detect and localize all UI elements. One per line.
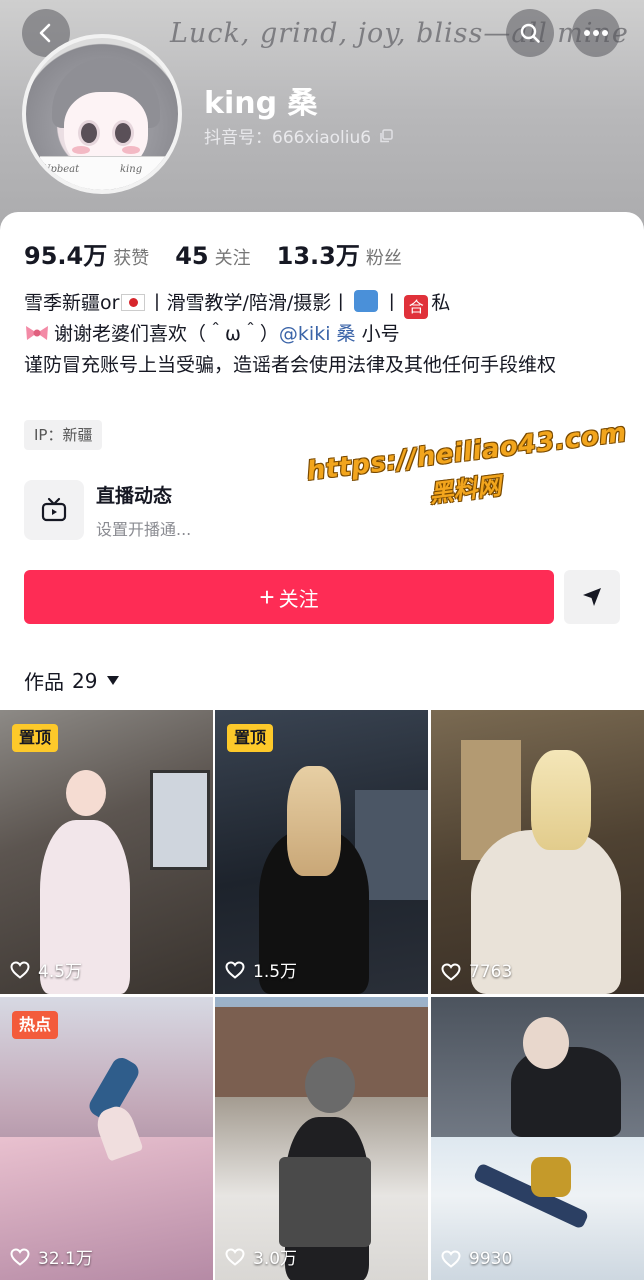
like-count: 3.0万 [225,1244,297,1269]
bio-line-2: 谢谢老婆们喜欢（＾ω＾）@kiki 桑 小号 [24,319,620,350]
heart-icon [10,960,30,979]
watermark: https://heiliao43.com 黑料网 [305,418,628,523]
pinned-badge: 置顶 [227,724,274,752]
search-icon [520,23,540,43]
send-arrow-icon [583,588,601,606]
live-title: 直播动态 [96,484,173,507]
like-count: 4.5万 [10,957,82,982]
more-button[interactable] [572,9,620,57]
plus-icon: + [259,581,275,612]
heart-icon [441,963,461,981]
profile-name: king 桑 [204,86,318,121]
douyin-id-row[interactable]: 抖音号：666xiaoliu6 [204,123,393,148]
copy-icon[interactable] [379,128,393,143]
follow-button[interactable]: + 关注 [24,570,554,624]
pinned-badge: 置顶 [12,724,59,752]
heart-icon [441,1250,461,1268]
mention-link[interactable]: @kiki 桑 [279,323,356,345]
video-tile[interactable]: 热点 32.1万 [0,997,213,1280]
like-count: 7763 [441,962,512,982]
shirt-icon [354,290,379,312]
avatar-card-text-left: Upbeat [42,164,80,175]
caret-down-icon [107,676,120,685]
bio-line-1: 雪季新疆or 丨滑雪教学/陪滑/摄影丨丨合私 [24,288,620,319]
bio-line-3: 谨防冒充账号上当受骗，造谣者会使用法律及其他任何手段维权 [24,354,557,376]
heart-icon [10,1247,30,1266]
he-emoji-icon: 合 [404,295,429,319]
works-count: 29 [72,668,98,693]
stat-following[interactable]: 45 关注 [175,242,250,270]
banner-text: Luck, grind, joy, bliss—all mine [170,18,629,49]
more-dots-icon [584,30,608,36]
live-activity[interactable]: 直播动态 设置开播通... [24,480,191,540]
tab-works[interactable]: 作品 29 [24,666,120,695]
avatar[interactable]: Upbeat king [22,34,182,194]
search-button[interactable] [506,9,554,57]
video-tile[interactable]: 9930 [431,997,644,1280]
hot-badge: 热点 [12,1011,59,1039]
send-message-button[interactable] [564,570,620,624]
like-count: 9930 [441,1249,512,1269]
douyin-id: 抖音号：666xiaoliu6 [204,128,372,148]
chevron-left-icon [39,23,51,43]
live-subtitle: 设置开播通... [96,519,192,539]
ip-location-tag: IP：新疆 [24,420,103,450]
video-tile[interactable]: 置顶 4.5万 [0,710,213,994]
japan-flag-icon [121,294,146,311]
stat-followers[interactable]: 13.3万 粉丝 [277,236,402,271]
heart-icon [225,1247,245,1266]
stats-row: 95.4万 获赞 45 关注 13.3万 粉丝 [24,236,428,271]
avatar-card-text-right: king [120,164,143,175]
follow-label: 关注 [278,588,319,611]
video-tile[interactable]: 置顶 1.5万 [215,710,428,994]
like-count: 1.5万 [225,957,297,982]
tv-icon [24,480,84,540]
works-label: 作品 [24,670,64,694]
bio: 雪季新疆or 丨滑雪教学/陪滑/摄影丨丨合私 谢谢老婆们喜欢（＾ω＾）@kiki … [24,288,620,381]
like-count: 32.1万 [10,1244,93,1269]
video-tile[interactable]: 3.0万 [215,997,428,1280]
stat-likes[interactable]: 95.4万 获赞 [24,236,149,271]
heart-icon [225,960,245,979]
ribbon-bow-icon [26,326,48,340]
video-tile[interactable]: 7763 [431,710,644,994]
